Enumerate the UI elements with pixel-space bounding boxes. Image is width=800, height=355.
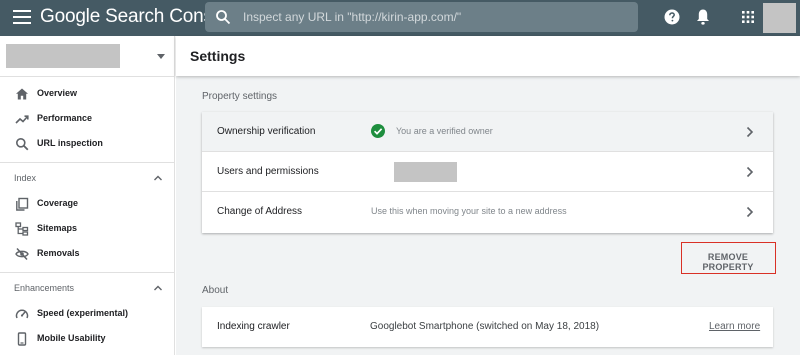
sidebar-item-speed[interactable]: Speed (experimental) [0,304,174,326]
sidebar-item-label: Speed (experimental) [37,308,129,318]
url-inspect-search[interactable] [205,2,638,32]
row-label: Indexing crawler [217,321,290,332]
sidebar-item-performance[interactable]: Performance [0,109,174,131]
chevron-right-icon [746,166,754,178]
remove-property-button[interactable]: REMOVE PROPERTY [681,242,776,274]
top-app-bar: Google Search Console [0,0,800,36]
search-icon [16,138,29,151]
redacted-users-placeholder [394,162,457,182]
about-card: Indexing crawler Googlebot Smartphone (s… [202,307,773,347]
page-title: Settings [190,48,246,64]
visibility-off-icon [15,247,29,261]
trending-up-icon [15,115,29,124]
section-label-about: About [202,285,229,296]
property-settings-card: Ownership verification You are a verifie… [202,112,773,233]
row-value: You are a verified owner [396,126,493,136]
sidebar-divider [0,272,175,273]
row-label: Users and permissions [217,166,319,177]
sidebar-item-label: URL inspection [37,138,103,148]
sidebar-section-enhancements[interactable]: Enhancements [0,279,174,299]
row-ownership-verification[interactable]: Ownership verification You are a verifie… [202,112,773,152]
sidebar-item-overview[interactable]: Overview [0,84,174,106]
sidebar-section-index[interactable]: Index [0,169,174,189]
sidebar: Overview Performance URL inspection Inde… [0,36,175,355]
sidebar-divider [0,162,175,163]
search-input[interactable] [243,2,623,32]
row-label: Change of Address [217,206,303,217]
chevron-up-icon [154,285,162,291]
property-dropdown-caret-icon[interactable] [157,54,165,59]
row-users-and-permissions[interactable]: Users and permissions [202,152,773,192]
speed-gauge-icon [15,309,29,319]
account-avatar[interactable] [763,3,796,33]
apps-grid-icon[interactable] [742,11,754,23]
verified-check-icon [371,124,385,138]
property-selector[interactable] [6,44,120,68]
learn-more-link[interactable]: Learn more [709,321,760,332]
sidebar-item-removals[interactable]: Removals [0,244,174,266]
row-value: Use this when moving your site to a new … [371,206,567,216]
sidebar-item-label: Overview [37,88,78,98]
section-label-property-settings: Property settings [202,91,278,102]
chevron-right-icon [746,206,754,218]
sidebar-item-label: Removals [37,248,80,258]
help-icon[interactable] [664,9,680,25]
main-content: Settings Property settings Ownership ver… [176,36,800,355]
sidebar-item-label: Coverage [37,198,79,208]
sidebar-item-sitemaps[interactable]: Sitemaps [0,219,174,241]
sidebar-section-label: Index [14,173,37,183]
sidebar-item-label: Sitemaps [37,223,78,233]
sidebar-item-label: Mobile Usability [37,333,106,343]
hamburger-menu-icon[interactable] [13,10,31,26]
chevron-right-icon [746,126,754,138]
sitemap-icon [15,222,29,236]
sidebar-divider [0,76,175,77]
search-icon [216,10,231,25]
notifications-bell-icon[interactable] [695,8,711,26]
home-icon [16,88,28,100]
chevron-up-icon [154,175,162,181]
sidebar-item-url-inspection[interactable]: URL inspection [0,134,174,156]
row-value: Googlebot Smartphone (switched on May 18… [370,321,600,332]
sidebar-item-label: Performance [37,113,93,123]
copy-icon [16,197,29,211]
remove-property-label: REMOVE PROPERTY [702,252,754,272]
sidebar-item-mobile-usability[interactable]: Mobile Usability [0,329,174,351]
smartphone-icon [17,332,27,346]
row-change-of-address[interactable]: Change of Address Use this when moving y… [202,192,773,232]
page-header: Settings [176,36,800,76]
sidebar-section-label: Enhancements [14,283,75,293]
row-label: Ownership verification [217,126,316,137]
sidebar-item-coverage[interactable]: Coverage [0,194,174,216]
